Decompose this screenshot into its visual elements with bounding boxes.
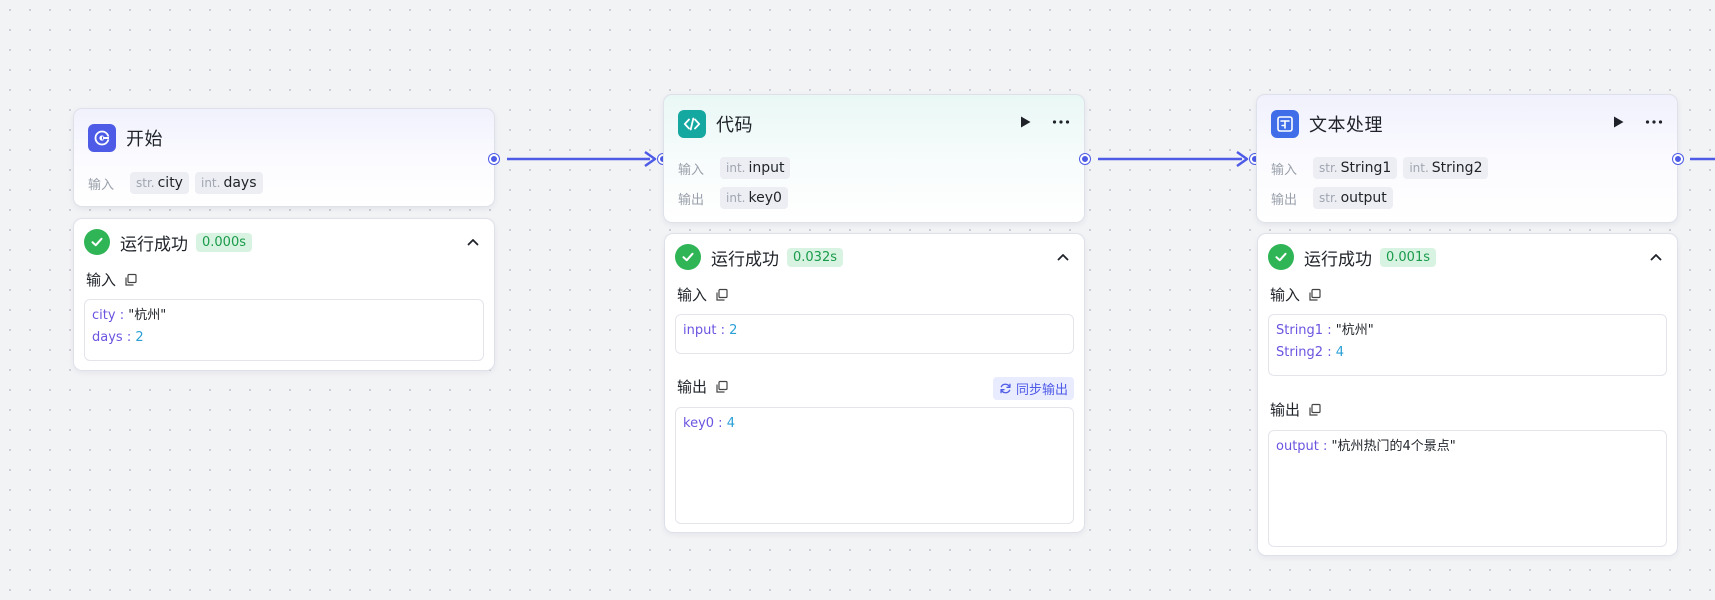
start-result-panel: 运行成功 0.000s 输入 city : "杭州" days : 2 <box>73 218 495 371</box>
output-values-box: key0 : 4 <box>675 407 1074 524</box>
kv-row: String1 : "杭州" <box>1276 323 1374 338</box>
param-pill: str. city <box>130 172 189 194</box>
kv-row: String2 : 4 <box>1276 345 1345 360</box>
text-output-port[interactable] <box>1673 154 1683 164</box>
code-node[interactable]: 代码 输入 int. input 输出 int. key0 <box>663 94 1085 223</box>
run-status: 运行成功 <box>711 249 779 270</box>
collapse-chevron-up-icon[interactable] <box>1052 246 1074 268</box>
text-process-node[interactable]: 文本处理 输入 str. String1 int. String2 输出 str. o… <box>1256 94 1678 223</box>
run-status: 运行成功 <box>1304 249 1372 270</box>
more-options-icon[interactable] <box>1643 111 1665 133</box>
input-label: 输入 <box>88 177 115 193</box>
input-section-label: 输入 <box>1270 284 1322 305</box>
param-pill: int. days <box>194 172 263 194</box>
param-pill: str. output <box>1313 187 1393 209</box>
code-output-port[interactable] <box>1080 154 1090 164</box>
kv-row: output : "杭州热门的4个景点" <box>1276 439 1456 454</box>
run-time-badge: 0.001s <box>1380 247 1436 267</box>
run-play-icon[interactable] <box>1014 111 1036 133</box>
output-row: 输出 str. output <box>1271 186 1393 210</box>
param-pill: str. String1 <box>1313 157 1398 179</box>
run-status: 运行成功 <box>120 234 188 255</box>
copy-icon[interactable] <box>715 288 729 302</box>
output-section-label: 输出 <box>677 376 729 397</box>
success-check-icon <box>675 244 701 270</box>
sync-output-button[interactable]: 同步输出 <box>992 377 1074 400</box>
input-row: 输入 str. city int. days <box>88 171 263 195</box>
run-play-icon[interactable] <box>1607 111 1629 133</box>
output-label: 输出 <box>678 192 705 208</box>
node-title: 开始 <box>126 129 163 150</box>
sync-icon <box>1000 383 1011 394</box>
param-pill: int. input <box>720 157 791 179</box>
sync-output-label: 同步输出 <box>1015 383 1068 398</box>
start-output-port[interactable] <box>489 154 499 164</box>
workflow-canvas[interactable]: 开始 输入 str. city int. days 运行成功 0.000s 输入 c… <box>0 0 1715 600</box>
node-title: 文本处理 <box>1309 115 1383 136</box>
run-time-badge: 0.032s <box>787 247 843 267</box>
copy-icon[interactable] <box>1308 288 1322 302</box>
copy-icon[interactable] <box>715 380 729 394</box>
input-section-label: 输入 <box>86 269 138 290</box>
input-values-box: city : "杭州" days : 2 <box>84 299 484 361</box>
code-result-panel: 运行成功 0.032s 输入 input : 2 输出 同步输出 key0 : … <box>664 233 1085 533</box>
input-row: 输入 int. input <box>678 156 791 180</box>
input-values-box: String1 : "杭州" String2 : 4 <box>1268 314 1667 376</box>
output-values-box: output : "杭州热门的4个景点" <box>1268 430 1667 547</box>
input-label: 输入 <box>1271 162 1298 178</box>
node-title: 代码 <box>716 115 753 136</box>
kv-row: days : 2 <box>92 330 144 345</box>
param-pill: int. key0 <box>720 187 788 209</box>
input-label: 输入 <box>678 162 705 178</box>
input-section-label: 输入 <box>677 284 729 305</box>
code-icon <box>678 110 706 138</box>
output-row: 输出 int. key0 <box>678 186 788 210</box>
success-check-icon <box>1268 244 1294 270</box>
input-row: 输入 str. String1 int. String2 <box>1271 156 1489 180</box>
collapse-chevron-up-icon[interactable] <box>1645 246 1667 268</box>
param-pill: int. String2 <box>1403 157 1489 179</box>
copy-icon[interactable] <box>124 273 138 287</box>
kv-row: city : "杭州" <box>92 308 167 323</box>
output-label: 输出 <box>1271 192 1298 208</box>
text-result-panel: 运行成功 0.001s 输入 String1 : "杭州" String2 : … <box>1257 233 1678 556</box>
start-icon <box>88 124 116 152</box>
kv-row: input : 2 <box>683 323 738 338</box>
start-node[interactable]: 开始 输入 str. city int. days <box>73 108 495 207</box>
input-values-box: input : 2 <box>675 314 1074 354</box>
success-check-icon <box>84 229 110 255</box>
collapse-chevron-up-icon[interactable] <box>462 231 484 253</box>
run-time-badge: 0.000s <box>196 232 252 252</box>
kv-row: key0 : 4 <box>683 416 735 431</box>
copy-icon[interactable] <box>1308 403 1322 417</box>
text-process-icon <box>1271 110 1299 138</box>
output-section-label: 输出 <box>1270 399 1322 420</box>
more-options-icon[interactable] <box>1050 111 1072 133</box>
